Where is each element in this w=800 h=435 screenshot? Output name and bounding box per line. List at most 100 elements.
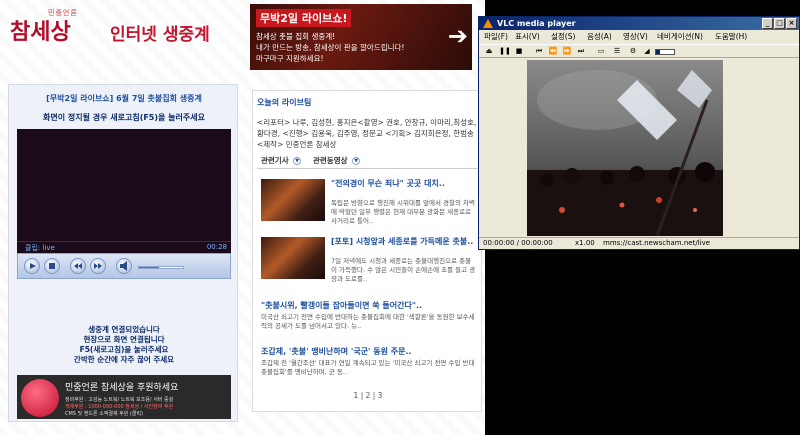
settings-icon[interactable]: ⚙	[627, 46, 639, 57]
rewind-icon	[74, 263, 82, 269]
tab-related-articles[interactable]: 관련기사 ▼	[261, 155, 302, 166]
notice-line: 간박한 순간에 자주 끊어 주세요	[73, 355, 175, 364]
forward-icon	[94, 263, 102, 269]
arrow-right-icon: ➔	[447, 22, 468, 50]
related-tabs: 관련기사 ▼ 관련동영상 ▼	[257, 155, 479, 169]
menu-file[interactable]: 파일(F)	[484, 31, 508, 42]
fullscreen-icon[interactable]: ▭	[595, 46, 607, 57]
site-logo[interactable]: 민중언론 참세상 인터넷 생중계	[10, 8, 245, 68]
eject-icon[interactable]: ⏏	[483, 46, 495, 57]
vlc-cone-icon	[483, 19, 493, 28]
news-summary: 7일 저녁에도 시청과 세종로는 촛불대행진으로 촛불이 가득했다. 수 많은 …	[331, 257, 476, 283]
protest-video-image	[527, 60, 723, 236]
menu-audio[interactable]: 음성(A)	[587, 31, 612, 42]
next-icon[interactable]: ⏭	[575, 46, 587, 57]
volume-slider[interactable]	[138, 266, 184, 269]
banner-line: 참세상 촛불 집회 생중계!	[256, 32, 336, 41]
stop-icon[interactable]: ■	[513, 46, 525, 57]
news-summary: 독립문 방향으로 행진해 시위대를 앞에서 경찰의 차벽에 막혔던 일부 행렬은…	[331, 199, 475, 225]
close-button[interactable]: ×	[786, 18, 797, 29]
vlc-window: VLC media player _ □ × 파일(F) 표시(V) 설정(S)…	[478, 16, 800, 250]
pagination[interactable]: 1 | 2 | 3	[253, 391, 483, 400]
previous-button[interactable]	[70, 258, 86, 274]
vlc-menubar: 파일(F) 표시(V) 설정(S) 음성(A) 영상(V) 네비게이션(N) 도…	[479, 31, 799, 43]
forward-icon[interactable]: ⏩	[561, 46, 573, 57]
play-button[interactable]	[24, 258, 40, 274]
status-speed: x1.00	[575, 239, 595, 247]
embedded-video-screen[interactable]	[17, 129, 231, 241]
news-thumbnail[interactable]	[261, 237, 325, 279]
vlc-toolbar: ⏏ ❚❚ ■ ⏮ ⏪ ⏩ ⏭ ▭ ☰ ⚙ ◢	[479, 44, 799, 58]
clip-label: 클립: live	[25, 244, 55, 252]
rewind-icon[interactable]: ⏪	[547, 46, 559, 57]
menu-navigation[interactable]: 네비게이션(N)	[657, 31, 703, 42]
menu-help[interactable]: 도움말(H)	[715, 31, 747, 42]
minimize-button[interactable]: _	[762, 18, 773, 29]
tab-label: 관련기사	[261, 156, 289, 165]
status-time: 00:00:00 / 00:00:00	[483, 239, 553, 247]
volume-icon[interactable]: ◢	[641, 46, 653, 57]
notice-line: 생중계 연결되었습니다	[88, 325, 160, 334]
logo-tail-text: 인터넷 생중계	[110, 25, 210, 45]
stop-icon	[49, 263, 55, 269]
news-title[interactable]: 조갑제, '촛불' 맹비난하며 '국군' 동원 주문..	[261, 347, 477, 357]
status-url: mms://cast.newscham.net/live	[603, 239, 711, 247]
news-title[interactable]: "촛불시위, 빨갱이들 잡아들이면 쑥 들어간다"..	[261, 301, 477, 311]
notice-line: F5(새로고침)을 눌러주세요	[79, 345, 169, 354]
banner-line: 마구마구 지원하세요!	[256, 54, 324, 63]
live-team-box: 오늘의 라이브팀 <리포터> 나루, 김성현, 홍지은<촬영> 권호, 안창규,…	[252, 90, 482, 412]
live-show-banner[interactable]: 무박2일 라이브쇼! 참세상 촛불 집회 생중계! 내가 만드는 방송, 참세상…	[250, 4, 472, 70]
mascot-image	[21, 379, 59, 417]
donation-line: 게재후원 : 1000-000-000 참세상 / 사진장비 후원	[65, 404, 174, 410]
volume-level	[139, 267, 159, 268]
news-summary: 조갑제 전 '월간조선' 대표가 연일 계속되고 있는 '미국산 쇠고기 전면 …	[261, 359, 475, 376]
vlc-volume-slider[interactable]	[655, 49, 675, 55]
next-button[interactable]	[90, 258, 106, 274]
menu-video[interactable]: 영상(V)	[623, 31, 648, 42]
speaker-icon	[120, 261, 127, 271]
player-title: [무박2일 라이브쇼] 6월 7일 촛불집회 생중계	[46, 94, 202, 103]
clip-time: 00:28	[206, 243, 227, 251]
chevron-down-icon: ▼	[293, 157, 302, 165]
news-item[interactable]: 조갑제, '촛불' 맹비난하며 '국군' 동원 주문.. 조갑제 전 '월간조선…	[261, 347, 477, 377]
news-title[interactable]: "전의경이 무슨 죄냐" 곳곳 대치..	[331, 179, 477, 189]
tab-label: 관련동영상	[313, 156, 348, 165]
player-info-bar: 클립: live 00:28	[17, 241, 231, 253]
desktop-screen: 민중언론 참세상 인터넷 생중계 [무박2일 라이브쇼] 6월 7일 촛불집회 …	[0, 0, 800, 435]
donation-banner[interactable]: 민중언론 참세상을 후원하세요 정비후원 : 고성능 노트북/ 노트북 보조용/…	[17, 375, 231, 419]
previous-icon[interactable]: ⏮	[533, 46, 545, 57]
web-page: 민중언론 참세상 인터넷 생중계 [무박2일 라이브쇼] 6월 7일 촛불집회 …	[0, 0, 485, 435]
menu-settings[interactable]: 설정(S)	[551, 31, 575, 42]
notice-line: 현장으로 화면 연결됩니다	[83, 335, 165, 344]
tab-related-videos[interactable]: 관련동영상 ▼	[313, 155, 361, 166]
banner-headline: 무박2일 라이브쇼!	[256, 9, 352, 27]
banner-line: 내가 만드는 방송, 참세상이 판을 깔아드립니다!	[256, 43, 405, 52]
vlc-statusbar: 00:00:00 / 00:00:00 x1.00 mms://cast.new…	[479, 237, 799, 249]
stop-button[interactable]	[44, 258, 60, 274]
live-team-heading: 오늘의 라이브팀	[257, 98, 312, 107]
play-icon	[30, 263, 36, 269]
playlist-icon[interactable]: ☰	[611, 46, 623, 57]
window-title: VLC media player	[497, 19, 576, 28]
donation-title: 민중언론 참세상을 후원하세요	[65, 383, 179, 393]
donation-line: CMS 및 핸드폰 소액결제 후원 (클릭)	[65, 411, 144, 417]
news-thumbnail[interactable]	[261, 179, 325, 221]
player-controls	[17, 253, 231, 279]
vlc-volume-level	[656, 50, 660, 54]
pause-icon[interactable]: ❚❚	[499, 46, 511, 57]
chevron-down-icon: ▼	[352, 157, 361, 165]
player-notice: 생중계 연결되었습니다 현장으로 화면 연결됩니다 F5(새로고침)을 눌러주세…	[9, 325, 239, 365]
news-title[interactable]: [포토] 시청앞과 세종로를 가득메운 촛불..	[331, 237, 477, 247]
mute-button[interactable]	[116, 258, 132, 274]
news-summary: 미국산 쇠고기 전면 수입에 반대하는 촛불집회에 대한 '색깔론'을 동원한 …	[261, 313, 475, 330]
logo-main-text: 참세상	[10, 19, 71, 45]
vlc-titlebar[interactable]: VLC media player _ □ ×	[479, 17, 799, 30]
maximize-button[interactable]: □	[774, 18, 785, 29]
vlc-video-frame[interactable]	[527, 60, 723, 236]
donation-line: 정비후원 : 고성능 노트북/ 노트북 보조용/ 서버 증설	[65, 397, 174, 403]
live-team-credits: <리포터> 나루, 김성현, 홍지은<촬영> 권호, 안창규, 이마리,최성호,…	[257, 118, 477, 149]
menu-view[interactable]: 표시(V)	[515, 31, 540, 42]
live-player-panel: [무박2일 라이브쇼] 6월 7일 촛불집회 생중계 화면이 정지될 경우 새로…	[8, 84, 238, 422]
player-warning: 화면이 정지될 경우 새로고침(F5)을 눌러주세요	[43, 113, 205, 122]
news-item[interactable]: "촛불시위, 빨갱이들 잡아들이면 쑥 들어간다".. 미국산 쇠고기 전면 수…	[261, 301, 477, 331]
